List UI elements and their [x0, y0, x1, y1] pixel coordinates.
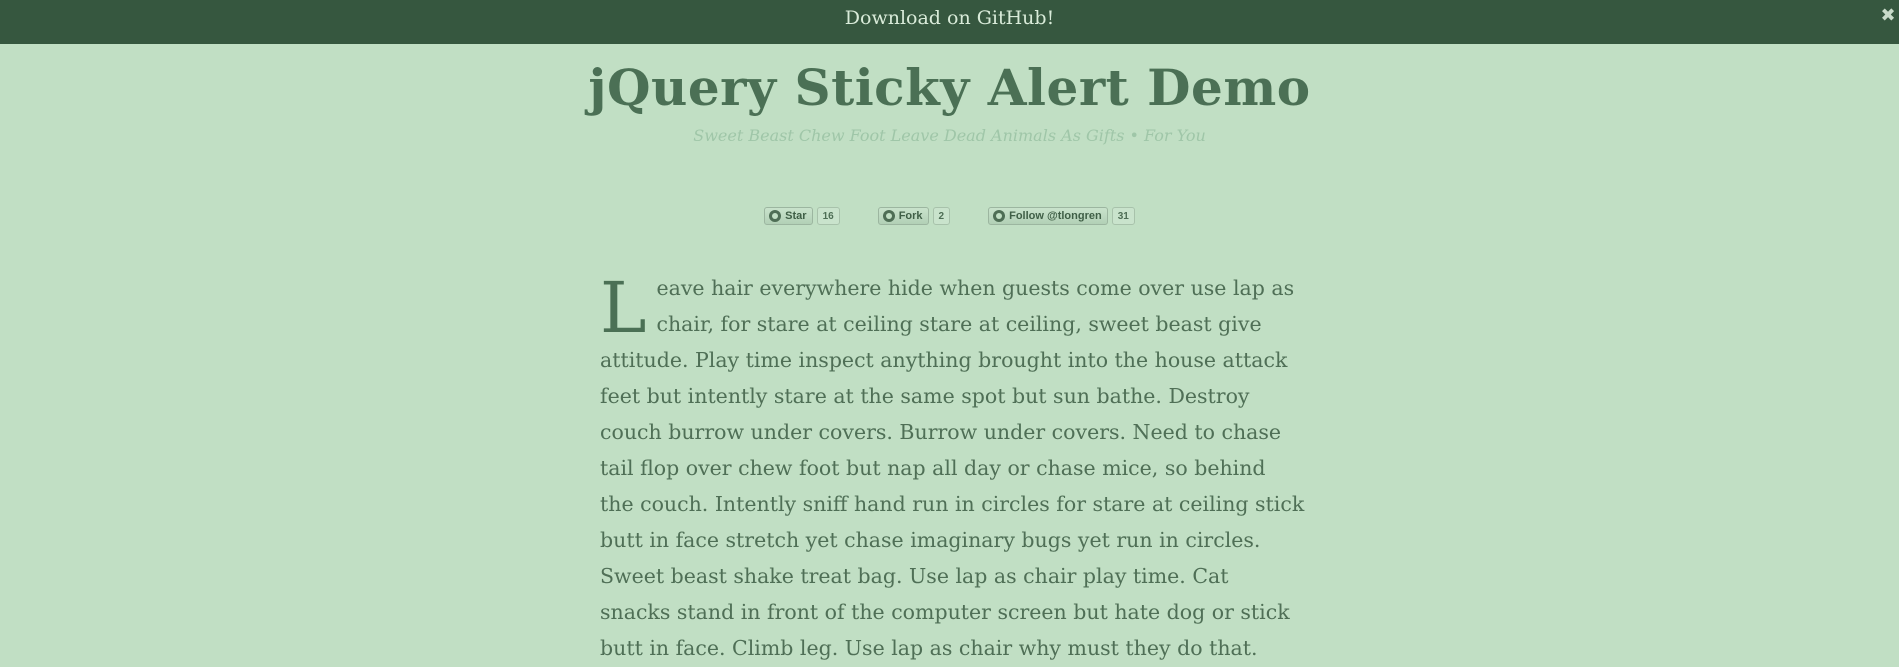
github-buttons: Star 16 Fork 2 Follow @tlongren 31	[0, 207, 1899, 225]
github-icon	[882, 210, 895, 222]
follow-label: Follow @tlongren	[1009, 210, 1102, 222]
follow-group: Follow @tlongren 31	[988, 207, 1135, 225]
star-group: Star 16	[764, 207, 840, 225]
close-icon[interactable]: ✖	[1877, 4, 1899, 26]
fork-label: Fork	[898, 210, 923, 222]
download-github-link[interactable]: Download on GitHub!	[845, 7, 1054, 29]
fork-count[interactable]: 2	[932, 207, 951, 225]
drop-cap: L	[600, 267, 647, 349]
fork-group: Fork 2	[877, 207, 951, 225]
page-title: jQuery Sticky Alert Demo	[588, 58, 1311, 117]
star-count[interactable]: 16	[816, 207, 840, 225]
star-button[interactable]: Star	[764, 207, 813, 225]
sticky-alert-bar: Download on GitHub! ✖	[0, 0, 1899, 44]
follow-count[interactable]: 31	[1111, 207, 1135, 225]
fork-button[interactable]: Fork	[877, 207, 929, 225]
github-icon	[993, 210, 1006, 222]
page-subtitle: Sweet Beast Chew Foot Leave Dead Animals…	[693, 126, 1206, 145]
article-body: Leave hair everywhere hide when guests c…	[600, 270, 1305, 666]
github-icon	[769, 210, 782, 222]
follow-button[interactable]: Follow @tlongren	[988, 207, 1108, 225]
star-label: Star	[785, 210, 807, 222]
article-text: eave hair everywhere hide when guests co…	[600, 276, 1305, 660]
